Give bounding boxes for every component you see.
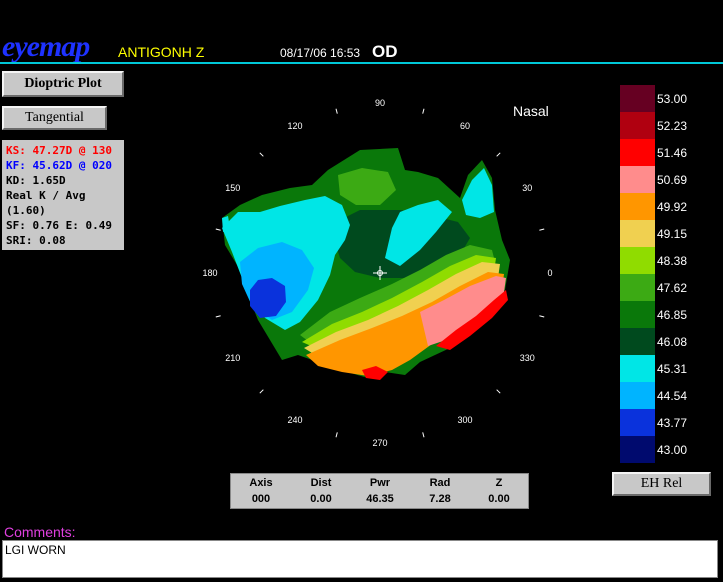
ks-value: KS: 47.27D @ 130	[6, 144, 112, 157]
angle-label: 60	[460, 121, 470, 131]
angle-label: 180	[202, 268, 217, 278]
scale-swatch	[620, 436, 655, 463]
topography-map[interactable]: 9060300330300270240210180150120	[200, 90, 570, 460]
color-scale-bar	[620, 85, 655, 463]
readout-header-rad: Rad	[429, 477, 451, 489]
scale-swatch	[620, 328, 655, 355]
scale-swatch	[620, 382, 655, 409]
angle-label: 0	[547, 268, 552, 278]
angle-label: 300	[457, 415, 472, 425]
scale-value: 47.62	[657, 281, 688, 295]
readout-value-dist: 0.00	[310, 493, 332, 505]
comments-label: Comments:	[4, 524, 76, 540]
scale-swatch	[620, 166, 655, 193]
scale-swatch	[620, 112, 655, 139]
angle-tick	[496, 152, 501, 157]
readout-value-rad: 7.28	[429, 493, 451, 505]
scale-swatch	[620, 193, 655, 220]
exam-datetime: 08/17/06 16:53	[280, 46, 361, 60]
angle-tick	[259, 389, 264, 394]
readout-value-z: 0.00	[488, 493, 510, 505]
eh-rel-button[interactable]: EH Rel	[612, 472, 711, 496]
angle-label: 270	[372, 438, 387, 448]
scale-swatch	[620, 139, 655, 166]
scale-swatch	[620, 85, 655, 112]
angle-label: 30	[522, 183, 532, 193]
comments-field[interactable]: LGI WORN	[2, 540, 718, 578]
angle-tick	[215, 228, 221, 231]
patient-name: ANTIGONH Z	[118, 44, 205, 60]
angle-label: 150	[225, 183, 240, 193]
angle-tick	[422, 432, 425, 438]
measurement-readout: Axis Dist Pwr Rad Z 000 0.00 46.35 7.28 …	[230, 473, 529, 509]
scale-value: 43.77	[657, 416, 688, 430]
corneal-color-map	[222, 148, 510, 380]
kf-value: KF: 45.62D @ 020	[6, 159, 112, 172]
scale-swatch	[620, 355, 655, 382]
angle-tick	[215, 315, 221, 318]
keratometry-info-panel: KS: 47.27D @ 130 KF: 45.62D @ 020 KD: 1.…	[2, 140, 124, 262]
realk-value: Real K / Avg (1.60)	[6, 189, 86, 217]
scale-value: 45.31	[657, 362, 688, 376]
eye-indicator: OD	[372, 42, 398, 61]
readout-header-pwr: Pwr	[369, 477, 391, 489]
scale-value: 49.92	[657, 200, 688, 214]
angle-tick	[539, 315, 545, 318]
scale-swatch	[620, 247, 655, 274]
scale-value: 43.00	[657, 443, 688, 457]
header-divider	[0, 62, 723, 64]
angle-label: 330	[520, 353, 535, 363]
scale-value: 48.38	[657, 254, 688, 268]
scale-value: 49.15	[657, 227, 688, 241]
readout-header-z: Z	[495, 477, 503, 489]
tangential-button[interactable]: Tangential	[2, 106, 107, 130]
scale-swatch	[620, 409, 655, 436]
scale-swatch	[620, 274, 655, 301]
scale-value: 44.54	[657, 389, 688, 403]
angle-label: 120	[287, 121, 302, 131]
scale-swatch	[620, 220, 655, 247]
angle-tick	[335, 432, 338, 438]
vid-value: VID: 11.37 mm	[6, 249, 93, 262]
eyemap-logo: eyemap	[2, 30, 90, 63]
readout-value-axis: 000	[251, 493, 271, 505]
kd-value: KD: 1.65D	[6, 174, 66, 187]
scale-value: 50.69	[657, 173, 688, 187]
scale-value: 52.23	[657, 119, 688, 133]
readout-value-pwr: 46.35	[366, 493, 394, 505]
angle-tick	[335, 108, 338, 114]
dioptric-plot-button[interactable]: Dioptric Plot	[2, 71, 124, 97]
readout-header-axis: Axis	[249, 477, 273, 489]
scale-swatch	[620, 301, 655, 328]
sf-e-value: SF: 0.76 E: 0.49	[6, 219, 112, 232]
scale-value: 46.85	[657, 308, 688, 322]
angle-tick	[259, 152, 264, 157]
scale-value: 51.46	[657, 146, 688, 160]
readout-header-dist: Dist	[310, 477, 332, 489]
sri-value: SRI: 0.08	[6, 234, 66, 247]
scale-value: 46.08	[657, 335, 688, 349]
angle-label: 240	[287, 415, 302, 425]
angle-label: 90	[375, 98, 385, 108]
angle-label: 210	[225, 353, 240, 363]
scale-value: 53.00	[657, 92, 688, 106]
angle-tick	[496, 389, 501, 394]
angle-tick	[422, 108, 425, 114]
angle-tick	[539, 228, 545, 231]
